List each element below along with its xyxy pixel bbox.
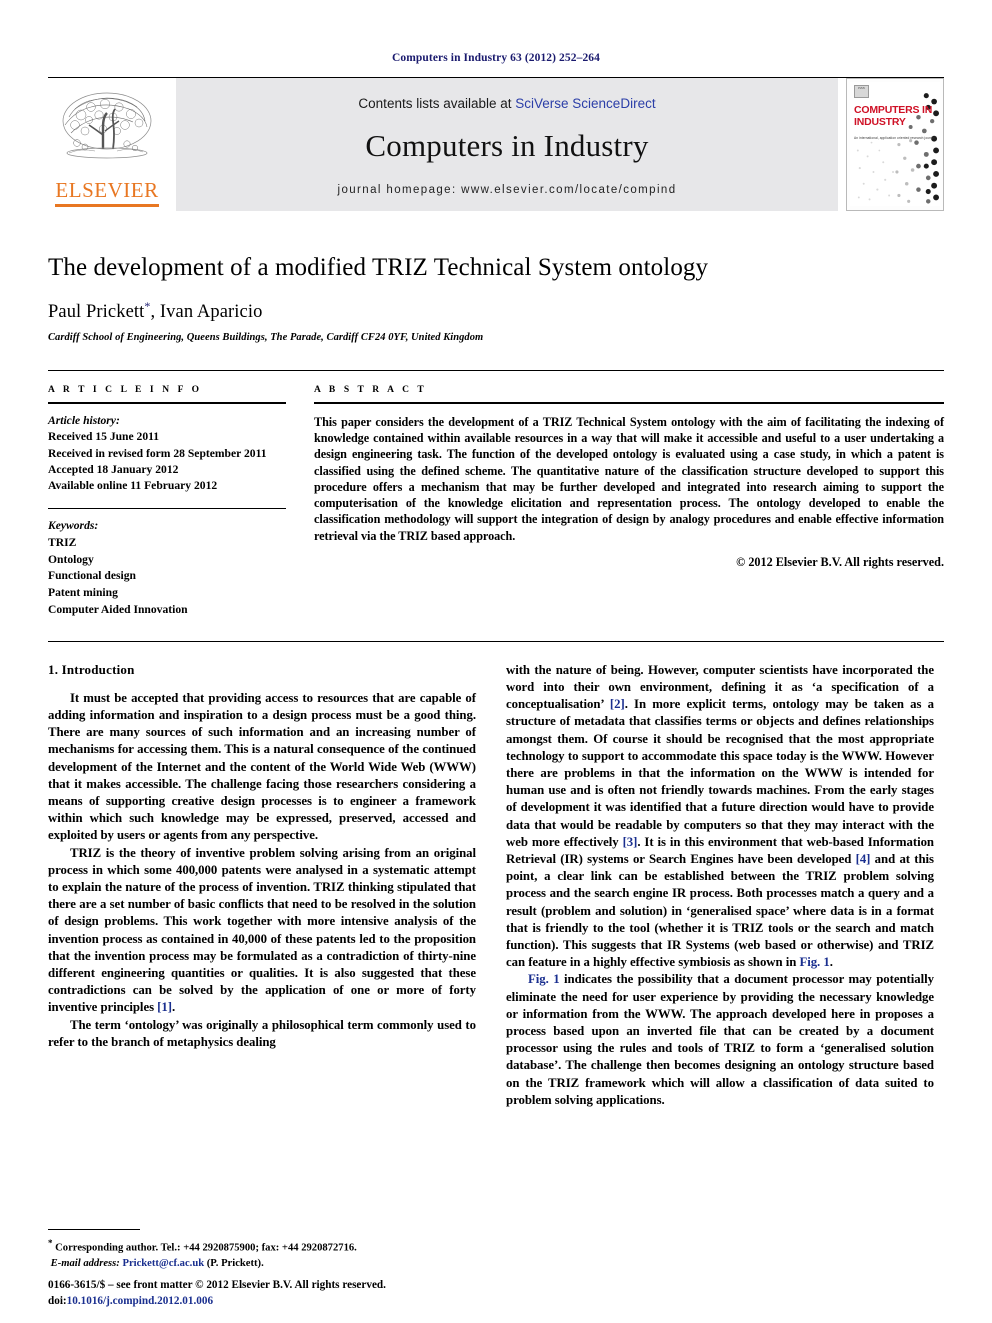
abstract-copyright: © 2012 Elsevier B.V. All rights reserved… bbox=[736, 554, 944, 569]
footnote-text-block: * Corresponding author. Tel.: +44 292087… bbox=[48, 1237, 476, 1271]
contents-prefix: Contents lists available at bbox=[358, 95, 516, 111]
author-list: Paul Prickett*, Ivan Aparicio bbox=[48, 299, 944, 323]
journal-masthead: ELSEVIER Contents lists available at Sci… bbox=[48, 77, 944, 211]
footnote-marker: * bbox=[48, 1238, 53, 1249]
body-separator-rule bbox=[48, 640, 944, 642]
section-heading-introduction: 1. Introduction bbox=[48, 661, 135, 677]
cover-title-line2: INDUSTRY bbox=[854, 116, 906, 129]
doi-line: doi:10.1016/j.compind.2012.01.006 bbox=[48, 1293, 518, 1309]
journal-title: Computers in Industry bbox=[365, 127, 649, 163]
sciencedirect-link[interactable]: SciVerse ScienceDirect bbox=[515, 96, 655, 111]
keywords-rule bbox=[48, 507, 286, 509]
body-column-left: 1. Introduction It must be accepted that… bbox=[48, 662, 476, 1182]
body-columns: 1. Introduction It must be accepted that… bbox=[48, 662, 944, 1182]
keyword-item: Computer Aided Innovation bbox=[48, 602, 188, 616]
cover-issn-badge: ISSN bbox=[854, 85, 869, 98]
keyword-item: TRIZ bbox=[48, 535, 77, 549]
cover-title: COMPUTERS IN INDUSTRY bbox=[854, 104, 932, 129]
abstract-heading: A B S T R A C T bbox=[314, 384, 427, 395]
doi-prefix: doi: bbox=[48, 1294, 67, 1307]
paragraph: The term ‘ontology’ was originally a phi… bbox=[48, 1017, 476, 1049]
article-info-column: A R T I C L E I N F O Article history: R… bbox=[48, 385, 286, 619]
corresponding-author-footnote: * Corresponding author. Tel.: +44 292087… bbox=[48, 1229, 476, 1271]
author-affiliation: Cardiff School of Engineering, Queens Bu… bbox=[48, 331, 484, 343]
contents-available-line: Contents lists available at SciVerse Sci… bbox=[358, 96, 655, 111]
author-primary: Paul Prickett bbox=[48, 301, 145, 322]
article-title-block: The development of a modified TRIZ Techn… bbox=[48, 253, 944, 343]
cover-subtitle: An international, application oriented r… bbox=[854, 136, 935, 140]
paragraph: with the nature of being. However, compu… bbox=[506, 662, 934, 970]
issn-copyright-line: 0166-3615/$ – see front matter © 2012 El… bbox=[48, 1278, 386, 1291]
journal-homepage-line[interactable]: journal homepage: www.elsevier.com/locat… bbox=[338, 184, 677, 196]
body-column-right: with the nature of being. However, compu… bbox=[506, 662, 934, 1182]
history-item: Received 15 June 2011 bbox=[48, 430, 160, 444]
keywords-label: Keywords: bbox=[48, 518, 99, 532]
abstract-text: This paper considers the development of … bbox=[314, 414, 944, 543]
cover-halftone-pattern bbox=[850, 82, 940, 207]
keyword-item: Patent mining bbox=[48, 586, 118, 600]
history-item: Received in revised form 28 September 20… bbox=[48, 446, 267, 460]
history-item: Accepted 18 January 2012 bbox=[48, 463, 179, 477]
abstract-rule bbox=[314, 401, 944, 404]
article-info-rule bbox=[48, 401, 286, 404]
history-item: Available online 11 February 2012 bbox=[48, 479, 218, 493]
cover-title-line1: COMPUTERS IN bbox=[854, 104, 933, 116]
paper-page: Computers in Industry 63 (2012) 252–264 bbox=[0, 0, 992, 1323]
paragraph: It must be accepted that providing acces… bbox=[48, 690, 476, 843]
elsevier-tree-icon bbox=[62, 92, 152, 159]
email-owner: (P. Prickett). bbox=[206, 1257, 264, 1269]
keyword-item: Functional design bbox=[48, 569, 136, 583]
page-footer: 0166-3615/$ – see front matter © 2012 El… bbox=[48, 1277, 518, 1309]
footnote-email-line: E-mail address: Prickett@cf.ac.uk (P. Pr… bbox=[48, 1256, 476, 1271]
article-info-heading: A R T I C L E I N F O bbox=[48, 384, 203, 395]
paragraph: TRIZ is the theory of inventive problem … bbox=[48, 845, 476, 1017]
article-history-label: Article history: bbox=[48, 413, 120, 427]
journal-running-head: Computers in Industry 63 (2012) 252–264 bbox=[391, 52, 601, 64]
masthead-center-panel: Contents lists available at SciVerse Sci… bbox=[176, 78, 838, 211]
abstract-column: A B S T R A C T This paper considers the… bbox=[314, 385, 944, 619]
paragraph: Fig. 1 indicates the possibility that a … bbox=[506, 972, 934, 1107]
footnote-contact-line: * Corresponding author. Tel.: +44 292087… bbox=[48, 1237, 476, 1256]
elsevier-logo: ELSEVIER bbox=[48, 78, 166, 211]
keyword-item: Ontology bbox=[48, 552, 94, 566]
elsevier-underline bbox=[55, 204, 159, 207]
article-history-block: Article history: Received 15 June 2011 R… bbox=[48, 413, 286, 495]
author-secondary: , Ivan Aparicio bbox=[150, 301, 263, 322]
footnote-contact-text: Corresponding author. Tel.: +44 29208759… bbox=[55, 1242, 357, 1254]
journal-cover-thumbnail: ISSN COMPUTERS IN INDUSTRY An internatio… bbox=[846, 78, 944, 211]
keywords-block: Keywords: TRIZ Ontology Functional desig… bbox=[48, 518, 286, 619]
elsevier-wordmark: ELSEVIER bbox=[55, 178, 159, 202]
page-title: The development of a modified TRIZ Techn… bbox=[48, 254, 709, 281]
paragraph-text: TRIZ is the theory of inventive problem … bbox=[48, 845, 476, 1015]
email-link[interactable]: Prickett@cf.ac.uk bbox=[122, 1258, 204, 1269]
footnote-separator-rule bbox=[48, 1229, 140, 1231]
doi-link[interactable]: 10.1016/j.compind.2012.01.006 bbox=[67, 1295, 213, 1307]
info-abstract-section: A R T I C L E I N F O Article history: R… bbox=[48, 369, 944, 619]
email-label: E-mail address: bbox=[50, 1257, 120, 1269]
